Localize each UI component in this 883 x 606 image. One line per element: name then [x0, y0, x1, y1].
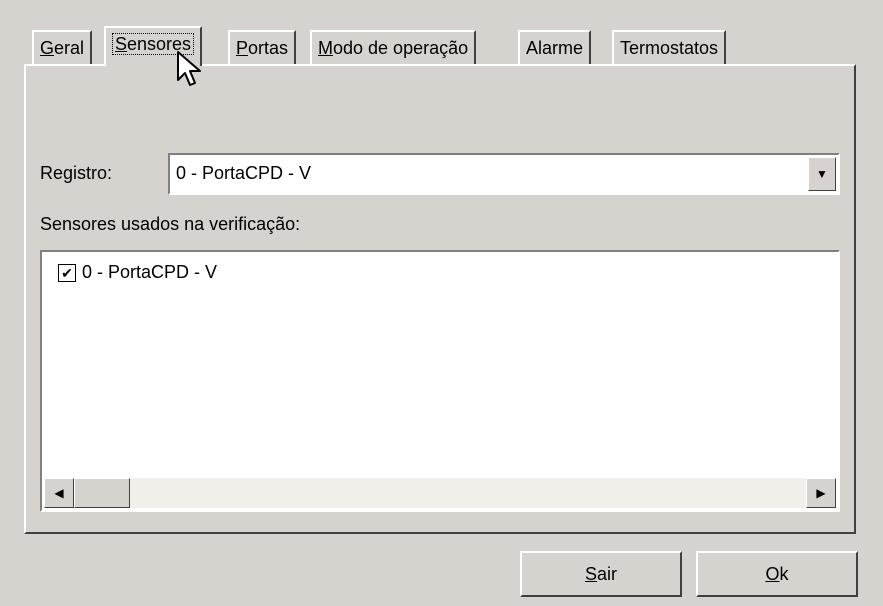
- list-item[interactable]: ✔ 0 - PortaCPD - V: [58, 262, 217, 283]
- tab-mnemonic: S: [115, 34, 128, 54]
- sensors-list[interactable]: ✔ 0 - PortaCPD - V ◀ ▶: [40, 250, 840, 512]
- tab-mnemonic: P: [236, 38, 249, 58]
- sensor-label: 0 - PortaCPD - V: [82, 262, 218, 282]
- tab-modo-de-operacao[interactable]: Modo de operação: [310, 30, 477, 64]
- button-label: k: [779, 563, 789, 584]
- sensor-checkbox[interactable]: ✔: [58, 263, 76, 282]
- tab-label: eral: [54, 38, 85, 58]
- tab-mnemonic: M: [318, 38, 333, 58]
- dropdown-arrow-icon[interactable]: ▼: [808, 157, 836, 191]
- tab-termostatos[interactable]: Termostatos: [612, 30, 727, 64]
- button-mnemonic: O: [765, 563, 780, 584]
- tab-label: Alarme: [526, 38, 584, 58]
- tab-label: Termostatos: [620, 38, 719, 58]
- button-label: air: [597, 563, 618, 584]
- tab-alarme[interactable]: Alarme: [518, 30, 592, 64]
- scroll-right-arrow-icon[interactable]: ▶: [806, 478, 836, 508]
- mouse-pointer-icon: [177, 51, 201, 86]
- button-mnemonic: S: [584, 563, 597, 584]
- sair-button[interactable]: Sair: [520, 551, 682, 597]
- scroll-left-arrow-icon[interactable]: ◀: [44, 478, 74, 508]
- registro-combobox[interactable]: 0 - PortaCPD - V ▼: [168, 153, 840, 195]
- tab-geral[interactable]: Geral: [32, 30, 93, 64]
- checkmark-icon: ✔: [61, 264, 73, 281]
- tab-label: odo de operação: [333, 38, 469, 58]
- tab-label: ortas: [248, 38, 289, 58]
- ok-button[interactable]: Ok: [696, 551, 858, 597]
- registro-value: 0 - PortaCPD - V: [176, 163, 312, 183]
- horizontal-scrollbar[interactable]: ◀ ▶: [44, 478, 836, 508]
- tab-portas[interactable]: Portas: [228, 30, 297, 64]
- registro-label: Registro:: [40, 163, 113, 183]
- sensores-label: Sensores usados na verificação:: [40, 214, 301, 234]
- tab-mnemonic: G: [40, 38, 55, 58]
- scrollbar-thumb[interactable]: [74, 478, 130, 508]
